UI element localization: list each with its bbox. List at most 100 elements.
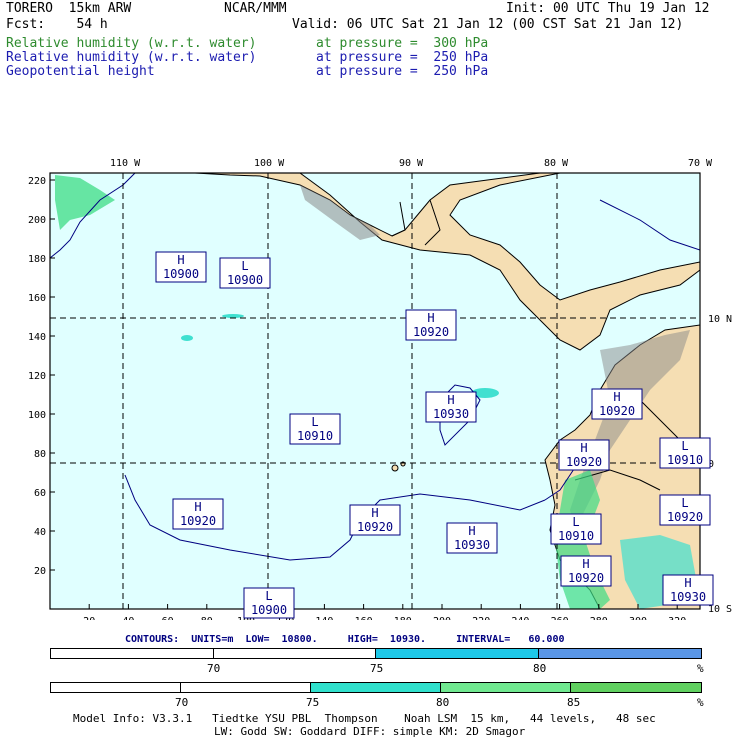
- pressure-center-low: L10910: [659, 437, 711, 469]
- colorbar2-seg-3: [311, 683, 441, 692]
- colorbar-300hpa: [50, 682, 702, 693]
- pressure-center-value: 10900: [227, 273, 263, 287]
- field-3-level: at pressure = 250 hPa: [316, 64, 489, 79]
- y-tick-label: 40: [34, 527, 46, 538]
- colorbar1-seg-3: [376, 649, 539, 658]
- pressure-center-value: 10920: [566, 455, 602, 469]
- weather-map: 110 W 100 W 90 W 80 W 70 W 10 N 0 10 S 2…: [28, 158, 732, 620]
- x-tick-label: 260: [551, 616, 569, 620]
- forecast-hour: Fcst: 54 h: [6, 17, 108, 32]
- colorbar-250hpa: [50, 648, 702, 659]
- pressure-center-low: L10910: [550, 513, 602, 545]
- x-tick-label: 240: [511, 616, 529, 620]
- lat-label-10s: 10 S: [708, 604, 732, 615]
- colorbar1-label-80: 80: [533, 662, 547, 675]
- galapagos-1: [391, 464, 399, 472]
- pressure-center-low: L10910: [289, 413, 341, 445]
- y-tick-label: 200: [28, 215, 46, 226]
- pressure-center-low: L10900: [243, 587, 295, 619]
- pressure-center-type: H: [582, 557, 589, 571]
- pressure-center-value: 10930: [433, 407, 469, 421]
- pressure-center-value: 10920: [667, 510, 703, 524]
- model-title: TORERO 15km ARW: [6, 1, 132, 16]
- x-tick-label: 20: [83, 616, 95, 620]
- y-tick-label: 100: [28, 410, 46, 421]
- colorbar2-seg-5: [571, 683, 701, 692]
- colorbar2-seg-2: [180, 683, 312, 692]
- pressure-center-high: H10920: [172, 498, 224, 530]
- lon-label-100w: 100 W: [254, 158, 285, 169]
- colorbar1-seg-4: [538, 649, 701, 658]
- pressure-center-value: 10930: [454, 538, 490, 552]
- pressure-center-value: 10910: [558, 529, 594, 543]
- field-2-level: at pressure = 250 hPa: [316, 50, 489, 65]
- y-tick-label: 160: [28, 293, 46, 304]
- model-info-line2: LW: Godd SW: Goddard DIFF: simple KM: 2D…: [214, 725, 526, 738]
- pressure-center-type: H: [177, 253, 184, 267]
- pressure-center-high: H10920: [349, 504, 401, 536]
- lon-label-80w: 80 W: [544, 158, 569, 169]
- lon-label-110w: 110 W: [110, 158, 141, 169]
- y-tick-label: 80: [34, 449, 46, 460]
- field-1-level: at pressure = 300 hPa: [316, 36, 489, 51]
- x-tick-label: 320: [668, 616, 686, 620]
- pressure-center-type: H: [371, 506, 378, 520]
- pressure-center-value: 10920: [568, 571, 604, 585]
- pressure-center-high: H10930: [425, 391, 477, 423]
- pressure-center-low: L10920: [659, 494, 711, 526]
- model-info-line1: Model Info: V3.3.1 Tiedtke YSU PBL Thomp…: [73, 712, 656, 725]
- x-tick-label: 60: [162, 616, 174, 620]
- pressure-center-high: H10930: [662, 574, 714, 606]
- y-tick-label: 120: [28, 371, 46, 382]
- pressure-center-type: L: [681, 439, 688, 453]
- colorbar1-label-70: 70: [207, 662, 221, 675]
- pressure-center-value: 10910: [297, 429, 333, 443]
- init-time: Init: 00 UTC Thu 19 Jan 12: [506, 1, 710, 16]
- y-tick-label: 180: [28, 254, 46, 265]
- x-tick-label: 80: [201, 616, 213, 620]
- pressure-center-type: H: [447, 393, 454, 407]
- x-tick-label: 180: [394, 616, 412, 620]
- pressure-center-type: L: [241, 259, 248, 273]
- colorbar2-label-pct: %: [697, 696, 704, 709]
- pressure-center-type: L: [265, 589, 272, 603]
- colorbar2-label-80: 80: [436, 696, 450, 709]
- contour-info: CONTOURS: UNITS=m LOW= 10800. HIGH= 1093…: [125, 634, 565, 645]
- pressure-center-high: H10920: [405, 309, 457, 341]
- pressure-center-type: H: [684, 576, 691, 590]
- x-tick-label: 200: [433, 616, 451, 620]
- field-2-label: Relative humidity (w.r.t. water): [6, 50, 257, 65]
- x-tick-label: 140: [315, 616, 333, 620]
- pressure-center-value: 10930: [670, 590, 706, 604]
- rh-patch-2: [181, 335, 193, 341]
- center-label: NCAR/MMM: [224, 1, 287, 16]
- pressure-center-type: H: [580, 441, 587, 455]
- x-tick-label: 40: [122, 616, 134, 620]
- rh-patch-1: [222, 314, 244, 318]
- colorbar2-seg-1: [51, 683, 181, 692]
- pressure-center-value: 10910: [667, 453, 703, 467]
- pressure-center-high: H10920: [560, 555, 612, 587]
- valid-time: Valid: 06 UTC Sat 21 Jan 12 (00 CST Sat …: [292, 17, 684, 32]
- colorbar1-seg-1: [51, 649, 214, 658]
- pressure-center-high: H10920: [558, 439, 610, 471]
- pressure-center-high: H10930: [446, 522, 498, 554]
- colorbar1-label-pct: %: [697, 662, 704, 675]
- colorbar1-label-75: 75: [370, 662, 384, 675]
- pressure-center-value: 10900: [251, 603, 287, 617]
- field-3-label: Geopotential height: [6, 64, 155, 79]
- lat-label-10n: 10 N: [708, 314, 732, 325]
- x-tick-label: 220: [472, 616, 490, 620]
- y-tick-label: 220: [28, 176, 46, 187]
- y-tick-label: 140: [28, 332, 46, 343]
- x-tick-label: 280: [590, 616, 608, 620]
- pressure-center-value: 10920: [413, 325, 449, 339]
- pressure-center-type: L: [311, 415, 318, 429]
- colorbar2-label-70: 70: [175, 696, 189, 709]
- colorbar2-label-85: 85: [567, 696, 581, 709]
- pressure-center-type: H: [468, 524, 475, 538]
- pressure-center-value: 10900: [163, 267, 199, 281]
- field-1-label: Relative humidity (w.r.t. water): [6, 36, 257, 51]
- colorbar1-seg-2: [213, 649, 376, 658]
- x-tick-label: 160: [355, 616, 373, 620]
